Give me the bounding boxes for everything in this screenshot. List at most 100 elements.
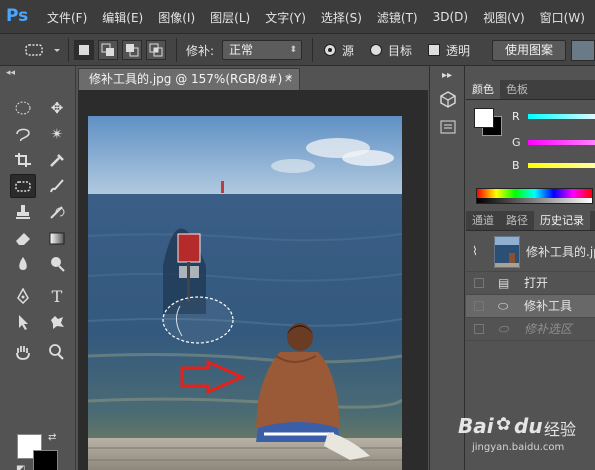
properties-panel-icon[interactable] <box>439 118 457 136</box>
blur-tool-icon[interactable] <box>10 252 36 276</box>
color-preview-fg[interactable] <box>474 108 494 128</box>
path-selection-icon[interactable] <box>10 310 36 334</box>
document-title: 修补工具的.jpg @ 157%(RGB/8#) * <box>89 72 293 86</box>
watermark-url: jingyan.baidu.com <box>472 442 565 453</box>
gradient-tool-icon[interactable] <box>44 226 70 250</box>
eraser-tool-icon[interactable] <box>10 226 36 250</box>
menu-image[interactable]: 图像(I) <box>158 9 195 26</box>
3d-panel-icon[interactable] <box>439 90 457 108</box>
add-selection-button[interactable] <box>98 40 118 60</box>
zoom-tool-icon[interactable] <box>44 340 70 364</box>
select-arrow-icon: ⬍ <box>289 45 297 55</box>
target-label: 目标 <box>388 44 413 58</box>
history-checkbox[interactable] <box>474 278 484 288</box>
dodge-tool-icon[interactable] <box>44 252 70 276</box>
history-brush-icon[interactable] <box>44 200 70 224</box>
menu-layer[interactable]: 图层(L) <box>210 9 250 26</box>
marquee-tool-icon[interactable] <box>10 96 36 120</box>
green-label: G <box>512 136 521 149</box>
blue-slider[interactable] <box>528 163 595 168</box>
swap-colors-icon[interactable]: ⇄ <box>48 432 56 443</box>
hand-tool-icon[interactable] <box>10 340 36 364</box>
target-radio[interactable] <box>370 44 382 56</box>
eyedropper-tool-icon[interactable] <box>44 148 70 172</box>
source-radio[interactable] <box>324 44 336 56</box>
clone-stamp-icon[interactable] <box>10 200 36 224</box>
lasso-tool-icon[interactable] <box>10 122 36 146</box>
paw-icon: ✿ <box>496 414 512 435</box>
watermark-text: 经验 <box>544 420 577 439</box>
tab-channels[interactable]: 通道 <box>466 211 500 230</box>
menu-edit[interactable]: 编辑(E) <box>102 9 143 26</box>
move-tool-icon[interactable]: ✥ <box>44 96 70 120</box>
source-label: 源 <box>342 44 355 58</box>
pattern-swatch[interactable] <box>571 40 595 61</box>
patch-mode-value: 正常 <box>229 43 254 57</box>
history-checkbox[interactable] <box>474 301 484 311</box>
menu-filter[interactable]: 滤镜(T) <box>377 9 418 26</box>
document-tab[interactable]: 修补工具的.jpg @ 157%(RGB/8#) * × <box>78 68 300 90</box>
history-item-patch-tool[interactable]: ⬭ 修补工具 <box>466 295 595 318</box>
menu-3d[interactable]: 3D(D) <box>433 10 468 24</box>
beach-photo <box>88 116 402 470</box>
use-pattern-button[interactable]: 使用图案 <box>492 40 566 61</box>
crop-tool-icon[interactable] <box>10 148 36 172</box>
menu-select[interactable]: 选择(S) <box>321 9 362 26</box>
patch-tool-icon: ⬭ <box>498 299 509 313</box>
document-icon: ▤ <box>498 276 510 290</box>
default-colors-icon[interactable]: ◩ <box>16 464 25 470</box>
watermark-brand: Bai <box>458 414 494 438</box>
history-item-patch-selection[interactable]: ⬭ 修补选区 <box>466 318 595 341</box>
menu-file[interactable]: 文件(F) <box>47 9 87 26</box>
custom-shape-icon[interactable] <box>44 310 70 334</box>
options-bar: 修补: 正常 ⬍ 源 目标 透明 使用图案 <box>0 34 595 66</box>
tab-swatches[interactable]: 色板 <box>500 80 534 99</box>
collapse-icon[interactable]: ◂◂ <box>6 68 15 78</box>
new-selection-button[interactable] <box>74 40 94 60</box>
color-panel-tabs: 颜色 色板 <box>466 80 595 100</box>
menu-type[interactable]: 文字(Y) <box>265 9 306 26</box>
add-selection-icon <box>101 43 114 56</box>
subtract-selection-button[interactable] <box>122 40 142 60</box>
color-spectrum[interactable] <box>476 188 593 204</box>
menu-bar: Ps 文件(F) 编辑(E) 图像(I) 图层(L) 文字(Y) 选择(S) 滤… <box>0 0 595 34</box>
options-divider <box>176 38 177 62</box>
tab-history[interactable]: 历史记录 <box>534 211 590 230</box>
history-brush-source-icon[interactable]: ⌇ <box>472 244 478 258</box>
type-tool-icon[interactable]: T <box>44 284 70 308</box>
patch-tool-icon: ⬭ <box>498 322 509 336</box>
history-checkbox[interactable] <box>474 324 484 334</box>
tab-paths[interactable]: 路径 <box>500 211 534 230</box>
panel-icon-strip: ▸▸ <box>429 66 465 470</box>
close-icon[interactable]: × <box>284 69 293 89</box>
photoshop-logo: Ps <box>6 6 29 26</box>
menu-view[interactable]: 视图(V) <box>483 9 525 26</box>
red-slider[interactable] <box>528 114 595 119</box>
menu-window[interactable]: 窗口(W) <box>540 9 585 26</box>
menu-items: 文件(F) 编辑(E) 图像(I) 图层(L) 文字(Y) 选择(S) 滤镜(T… <box>47 0 595 34</box>
patch-tool-icon <box>25 44 60 56</box>
patch-mode-select[interactable]: 正常 ⬍ <box>222 40 302 60</box>
pen-tool-icon[interactable] <box>10 284 36 308</box>
magic-wand-icon[interactable]: ✴ <box>44 122 70 146</box>
patch-tool-icon[interactable] <box>10 174 36 198</box>
options-divider <box>68 38 69 62</box>
brush-tool-icon[interactable] <box>44 174 70 198</box>
history-item-open[interactable]: ▤ 打开 <box>466 272 595 295</box>
intersect-selection-button[interactable] <box>146 40 166 60</box>
subtract-selection-icon <box>126 44 139 57</box>
background-color[interactable] <box>33 450 58 470</box>
history-panel-tabs: 通道 路径 历史记录 <box>466 211 595 231</box>
green-slider[interactable] <box>528 140 595 145</box>
history-snapshot[interactable]: ⌇ 修补工具的.jp <box>466 232 595 272</box>
tool-preset-picker[interactable] <box>10 40 62 60</box>
tab-color[interactable]: 颜色 <box>466 80 500 99</box>
intersect-selection-icon <box>149 43 163 57</box>
snapshot-label: 修补工具的.jp <box>526 245 595 259</box>
transparent-checkbox[interactable] <box>428 44 440 56</box>
baidu-watermark: Bai ✿ du 经验 jingyan.baidu.com <box>458 412 595 460</box>
new-selection-icon <box>79 45 89 55</box>
collapse-panel-icon[interactable]: ▸▸ <box>442 70 452 81</box>
document-canvas[interactable] <box>88 116 402 470</box>
transparent-label: 透明 <box>446 44 471 58</box>
